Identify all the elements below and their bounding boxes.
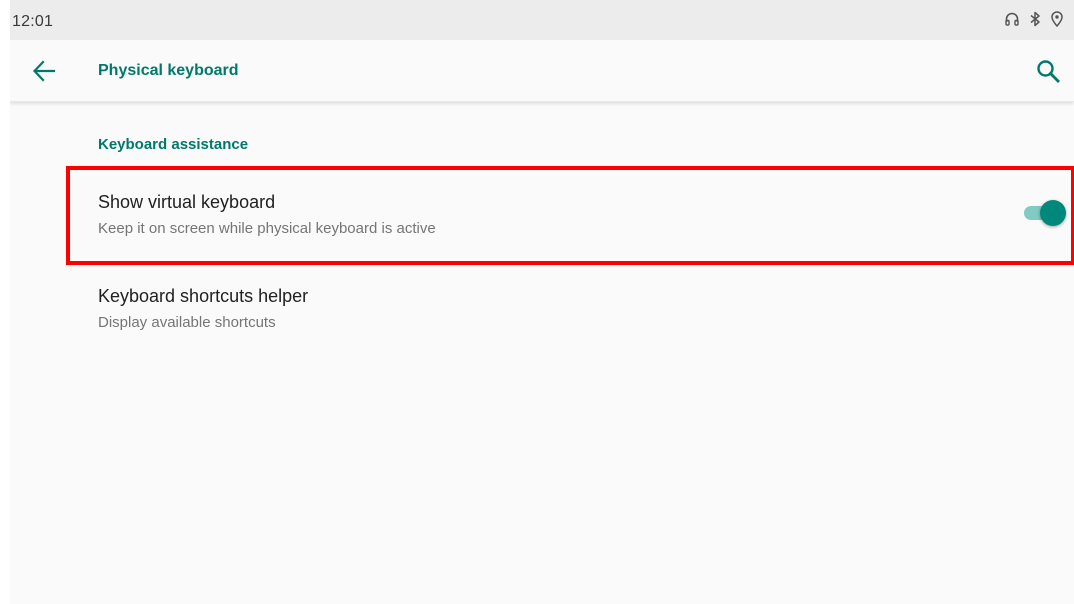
status-bar: 12:01 xyxy=(10,0,1074,40)
headphones-icon xyxy=(1004,11,1020,27)
status-time: 12:01 xyxy=(12,13,54,30)
toggle-thumb xyxy=(1040,200,1066,226)
back-button[interactable] xyxy=(30,58,58,84)
pref-title: Show virtual keyboard xyxy=(98,192,276,212)
search-button[interactable] xyxy=(1034,57,1062,85)
settings-screen: 12:01 Physical keyboard Keyboard assista… xyxy=(10,0,1074,604)
status-icons xyxy=(1004,11,1064,27)
pref-summary: Keep it on screen while physical keyboar… xyxy=(98,220,436,237)
bluetooth-icon xyxy=(1028,11,1042,27)
search-icon xyxy=(1034,60,1062,89)
pref-summary: Display available shortcuts xyxy=(98,314,276,331)
show-virtual-keyboard-row[interactable]: Show virtual keyboard Keep it on screen … xyxy=(10,166,1074,264)
pref-title: Keyboard shortcuts helper xyxy=(98,286,309,306)
section-header-keyboard-assistance: Keyboard assistance xyxy=(98,136,249,153)
app-bar: Physical keyboard xyxy=(10,40,1074,102)
keyboard-shortcuts-helper-row[interactable]: Keyboard shortcuts helper Display availa… xyxy=(10,266,1074,356)
location-icon xyxy=(1050,11,1064,27)
show-virtual-keyboard-toggle[interactable] xyxy=(1022,200,1066,226)
arrow-left-icon xyxy=(30,60,58,88)
page-title: Physical keyboard xyxy=(98,62,239,79)
